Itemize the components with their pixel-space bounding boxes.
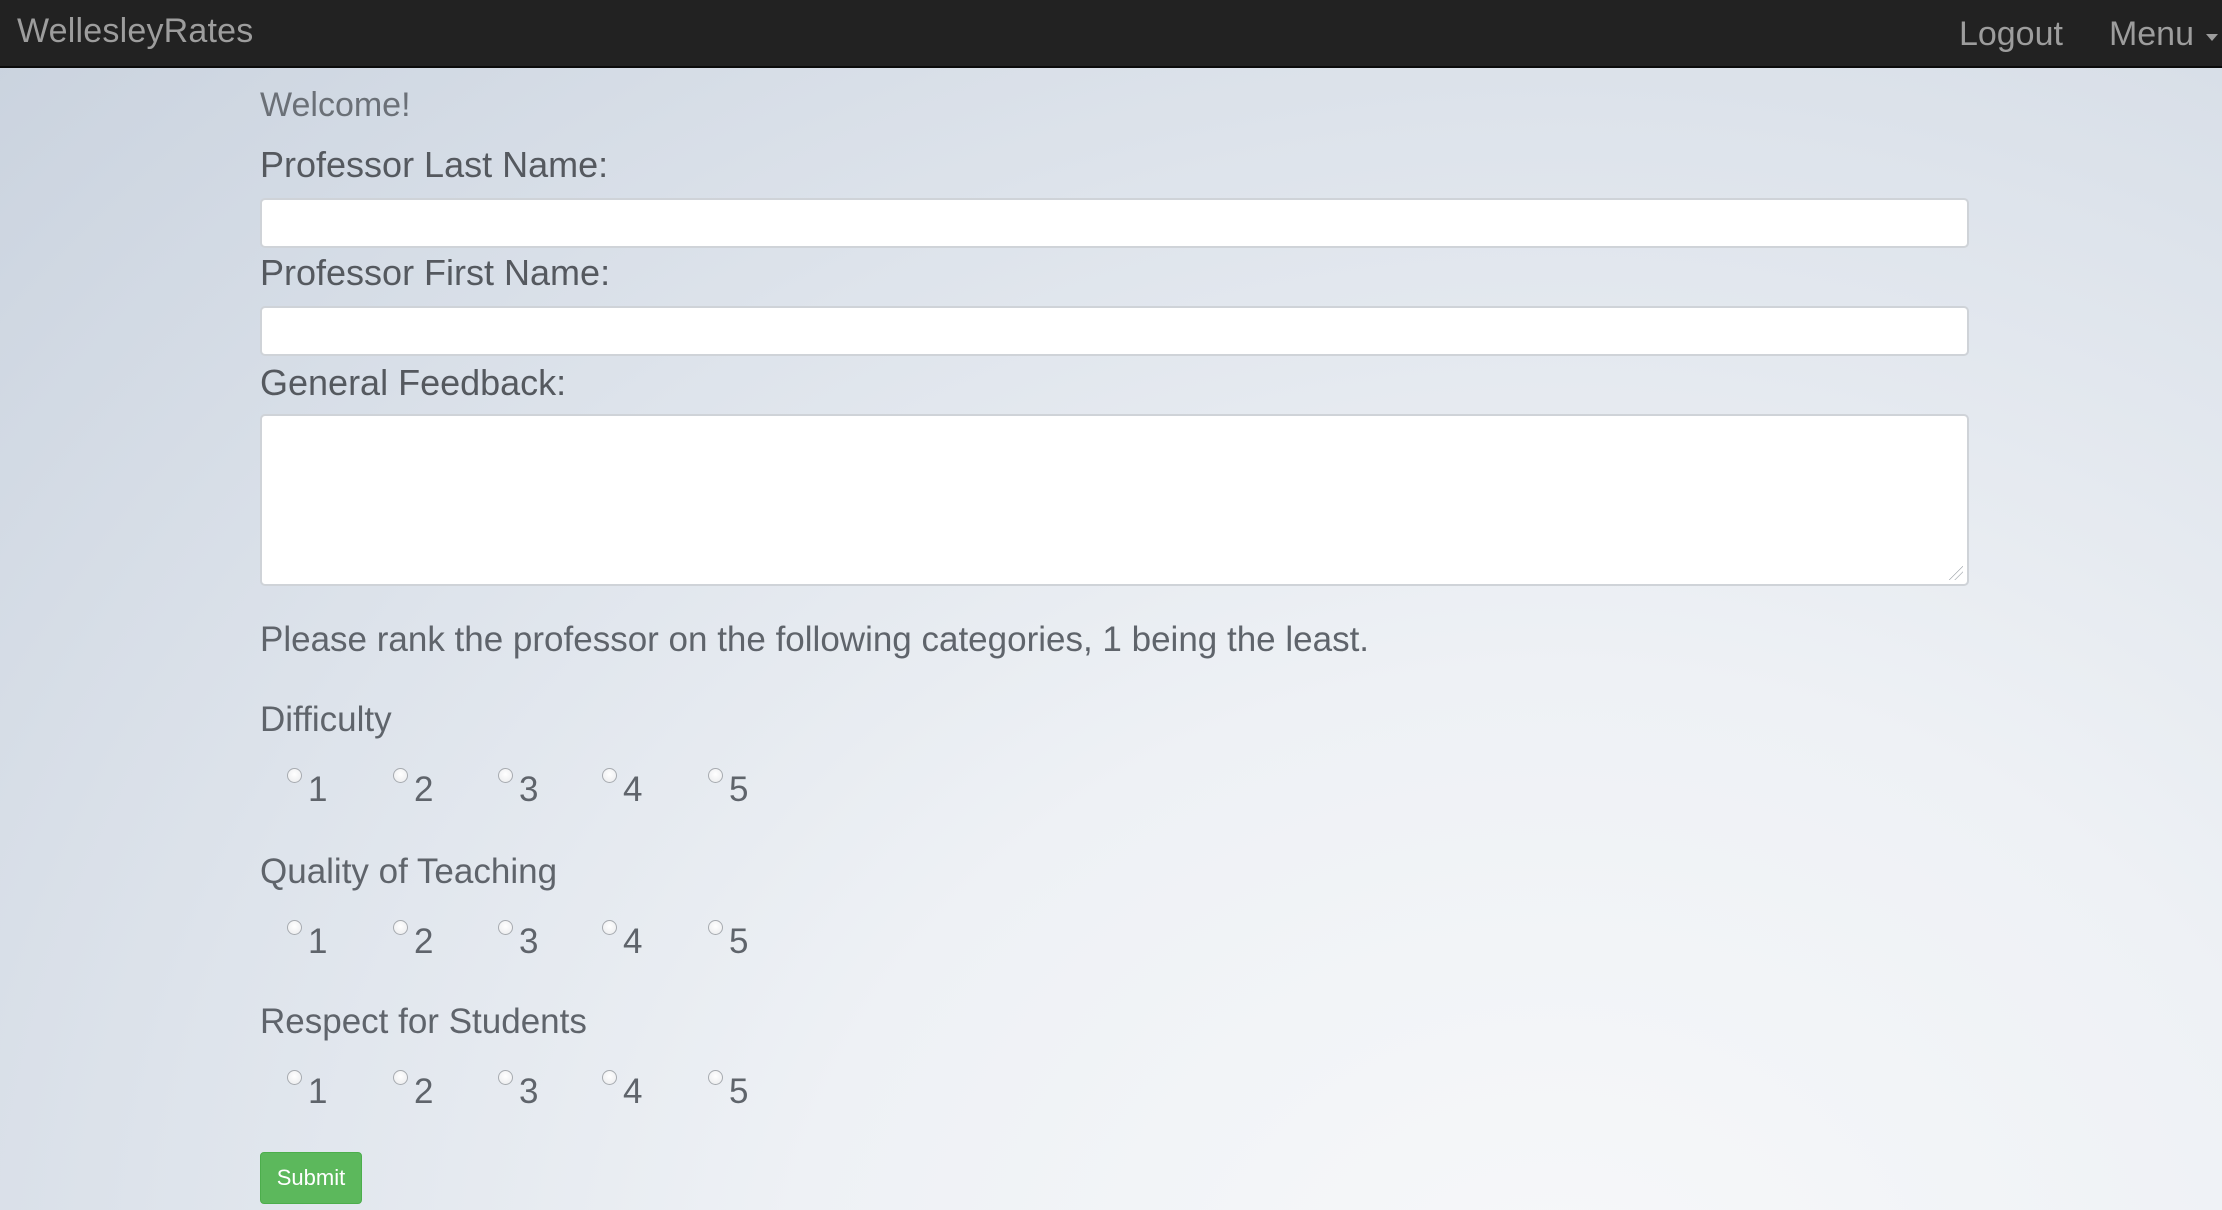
radio-button[interactable] [708,1070,723,1085]
category-title: Quality of Teaching [260,852,558,891]
radio-label: 2 [414,922,434,961]
first-name-label: Professor First Name: [260,252,611,293]
radio-button[interactable] [602,1070,617,1085]
radio-button[interactable] [602,920,617,935]
radio-label: 4 [623,1072,643,1111]
last-name-label: Professor Last Name: [260,144,609,185]
radio-button[interactable] [287,768,302,783]
radio-button[interactable] [393,768,408,783]
radio-button[interactable] [708,920,723,935]
last-name-input[interactable] [260,198,1969,248]
radio-label: 3 [519,922,539,961]
menu-label: Menu [2108,14,2194,53]
radio-button[interactable] [498,768,513,783]
radio-label: 1 [308,770,328,809]
menu-dropdown[interactable]: Menu [2109,15,2218,54]
radio-label: 4 [623,770,643,809]
radio-label: 5 [729,922,749,961]
logout-link[interactable]: Logout [1959,15,2063,54]
radio-button[interactable] [287,920,302,935]
category-title: Respect for Students [260,1002,587,1041]
caret-down-icon [2206,33,2218,41]
ranking-instruction: Please rank the professor on the followi… [260,620,1370,659]
radio-label: 3 [519,1072,539,1111]
radio-button[interactable] [498,1070,513,1085]
radio-label: 3 [519,770,539,809]
welcome-text: Welcome! [260,86,411,124]
resize-grip-icon[interactable] [1949,566,1963,580]
radio-label: 2 [414,770,434,809]
submit-button[interactable]: Submit [260,1152,362,1204]
brand-link[interactable]: WellesleyRates [17,12,253,51]
radio-button[interactable] [287,1070,302,1085]
feedback-label: General Feedback: [260,362,567,403]
nav-right: Logout Menu [1959,12,2222,56]
top-navbar: WellesleyRates Logout Menu [0,0,2222,68]
category-title: Difficulty [260,700,392,739]
radio-label: 1 [308,1072,328,1111]
radio-label: 4 [623,922,643,961]
radio-button[interactable] [393,920,408,935]
radio-label: 5 [729,770,749,809]
feedback-textarea[interactable] [260,414,1969,586]
radio-button[interactable] [393,1070,408,1085]
radio-label: 1 [308,922,328,961]
radio-button[interactable] [602,768,617,783]
radio-label: 2 [414,1072,434,1111]
radio-label: 5 [729,1072,749,1111]
first-name-input[interactable] [260,306,1969,356]
radio-button[interactable] [708,768,723,783]
radio-button[interactable] [498,920,513,935]
